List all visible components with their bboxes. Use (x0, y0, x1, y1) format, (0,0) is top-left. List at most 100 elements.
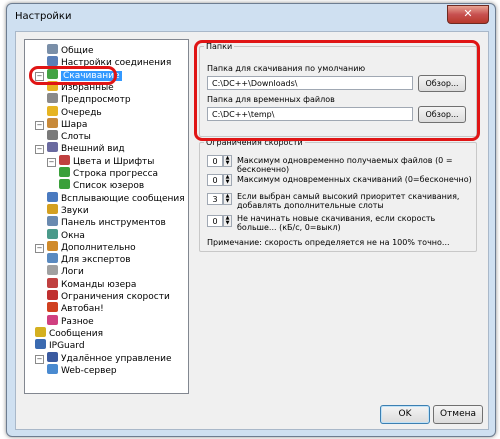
tree-item[interactable]: Общие (47, 44, 94, 56)
tree-item-label: Панель инструментов (61, 218, 166, 229)
close-button[interactable]: ✕ (447, 5, 489, 24)
tree-item-icon (47, 203, 58, 214)
settings-tree[interactable]: Общие Настройки соединения − Скачивание Избр… (24, 39, 189, 394)
tree-item-icon (47, 56, 58, 67)
tree-item-icon (35, 326, 46, 337)
tree-item-icon (47, 105, 58, 116)
max-downloads-value[interactable]: 0 (207, 174, 223, 186)
tree-item[interactable]: Автобан! (47, 302, 104, 314)
dialog-client-area: Общие Настройки соединения − Скачивание Избр… (15, 31, 489, 430)
tree-item-icon (47, 44, 58, 54)
speed-threshold-value[interactable]: 0 (207, 215, 223, 227)
tree-item[interactable]: − Шара (35, 117, 88, 130)
cancel-button[interactable]: Отмена (433, 405, 483, 424)
tree-item-label: Список юзеров (73, 181, 145, 192)
extra-slots-value[interactable]: 3 (207, 193, 223, 205)
tree-item-label: Всплывающие сообщения (61, 193, 185, 204)
ok-button[interactable]: OK (380, 405, 430, 424)
title-bar: Настройки ✕ (7, 4, 495, 30)
tree-item[interactable]: Разное (47, 314, 94, 327)
tree-item-label: Строка прогресса (73, 169, 159, 179)
tree-item[interactable]: − Внешний вид (35, 142, 125, 155)
tree-item-icon (59, 154, 70, 165)
tree-expander[interactable]: − (35, 145, 44, 155)
tree-item[interactable]: Ограничения скорости (47, 290, 170, 302)
max-files-label: Максимум одновременно получаемых файлов … (237, 156, 453, 174)
tree-item[interactable]: Список юзеров (59, 179, 144, 191)
max-files-stepper[interactable]: ▲ ▼ (223, 155, 232, 167)
tree-item-icon (47, 228, 58, 239)
extra-slots-label: Если выбран самый высокий приоритет скач… (237, 192, 460, 210)
tree-item-icon (47, 191, 58, 202)
speed-threshold-label: Не начинать новые скачивания, если скоро… (237, 214, 436, 232)
max-files-value[interactable]: 0 (207, 155, 223, 167)
tree-item-label: Удалённое управление (61, 353, 172, 364)
tree-item-label: Дополнительно (61, 242, 136, 253)
tree-item-label: Сообщения (49, 328, 104, 339)
tree-item-label: Общие (61, 46, 94, 56)
settings-panel: Папки Папка для скачивания по умолчанию … (194, 39, 481, 392)
tree-item-icon (47, 240, 58, 251)
tree-item[interactable]: − Дополнительно (35, 240, 136, 253)
max-downloads-stepper[interactable]: ▲ ▼ (223, 174, 232, 186)
tree-item-label: Звуки (61, 205, 89, 216)
tree-item-label: Логи (61, 267, 84, 278)
window-title: Настройки (15, 11, 72, 22)
tree-item-icon (47, 130, 58, 141)
tree-item-icon (47, 363, 58, 374)
tree-item[interactable]: − Цвета и Шрифты (47, 154, 155, 167)
tree-item[interactable]: Панель инструментов (47, 216, 166, 228)
selected-item-highlight (29, 66, 117, 85)
tree-item[interactable]: Слоты (47, 130, 91, 142)
tree-item-label: Окна (61, 230, 85, 241)
tree-item[interactable]: Команды юзера (47, 277, 137, 290)
tree-item-label: Команды юзера (61, 279, 137, 290)
tree-item-icon (47, 265, 58, 276)
tree-item-icon (59, 167, 70, 177)
tree-item-icon (47, 117, 58, 128)
tree-item[interactable]: Web-сервер (47, 363, 117, 376)
tree-item[interactable]: Очередь (47, 105, 102, 118)
folders-highlight (194, 40, 480, 141)
tree-item-icon (35, 339, 46, 350)
tree-item[interactable]: Для экспертов (47, 253, 131, 265)
speed-note: Примечание: скорость определяется не на … (207, 238, 450, 247)
tree-item[interactable]: IPGuard (35, 339, 85, 351)
tree-item-label: Web-сервер (61, 365, 117, 376)
tree-expander[interactable]: − (35, 120, 44, 130)
tree-item[interactable]: Предпросмотр (47, 93, 131, 105)
tree-item-icon (47, 277, 58, 288)
tree-expander[interactable]: − (35, 243, 44, 253)
tree-expander[interactable]: − (47, 157, 56, 167)
tree-item-label: Ограничения скорости (61, 292, 170, 302)
tree-item[interactable]: Окна (47, 228, 85, 241)
tree-item[interactable]: Логи (47, 265, 84, 277)
tree-item-label: Цвета и Шрифты (73, 156, 155, 167)
tree-item-label: Шара (61, 119, 88, 130)
tree-item[interactable]: Звуки (47, 203, 89, 216)
settings-window: Настройки ✕ Общие Настройки соединения − Ск… (6, 3, 496, 437)
tree-item-icon (47, 142, 58, 153)
tree-item-icon (59, 179, 70, 190)
tree-item[interactable]: Сообщения (35, 326, 104, 339)
max-downloads-label: Максимум одновременных скачиваний (0=бес… (237, 175, 472, 184)
tree-item-icon (47, 253, 58, 264)
tree-item-icon (47, 216, 58, 227)
tree-item-icon (47, 290, 58, 300)
tree-item-label: Для экспертов (61, 255, 131, 266)
tree-item-icon (47, 351, 58, 362)
tree-item[interactable]: Всплывающие сообщения (47, 191, 185, 204)
tree-item-icon (47, 93, 58, 104)
tree-item[interactable]: Строка прогресса (59, 167, 158, 179)
tree-item-label: Очередь (61, 107, 102, 118)
speed-threshold-stepper[interactable]: ▲ ▼ (223, 215, 232, 227)
tree-expander[interactable]: − (35, 354, 44, 364)
extra-slots-stepper[interactable]: ▲ ▼ (223, 193, 232, 205)
tree-item-label: IPGuard (49, 341, 85, 352)
tree-item-icon (47, 302, 58, 313)
tree-item-icon (47, 314, 58, 325)
tree-item-label: Автобан! (61, 304, 104, 315)
tree-item-label: Предпросмотр (61, 95, 131, 106)
tree-item[interactable]: − Удалённое управление (35, 351, 172, 364)
tree-item-label: Разное (61, 316, 94, 327)
